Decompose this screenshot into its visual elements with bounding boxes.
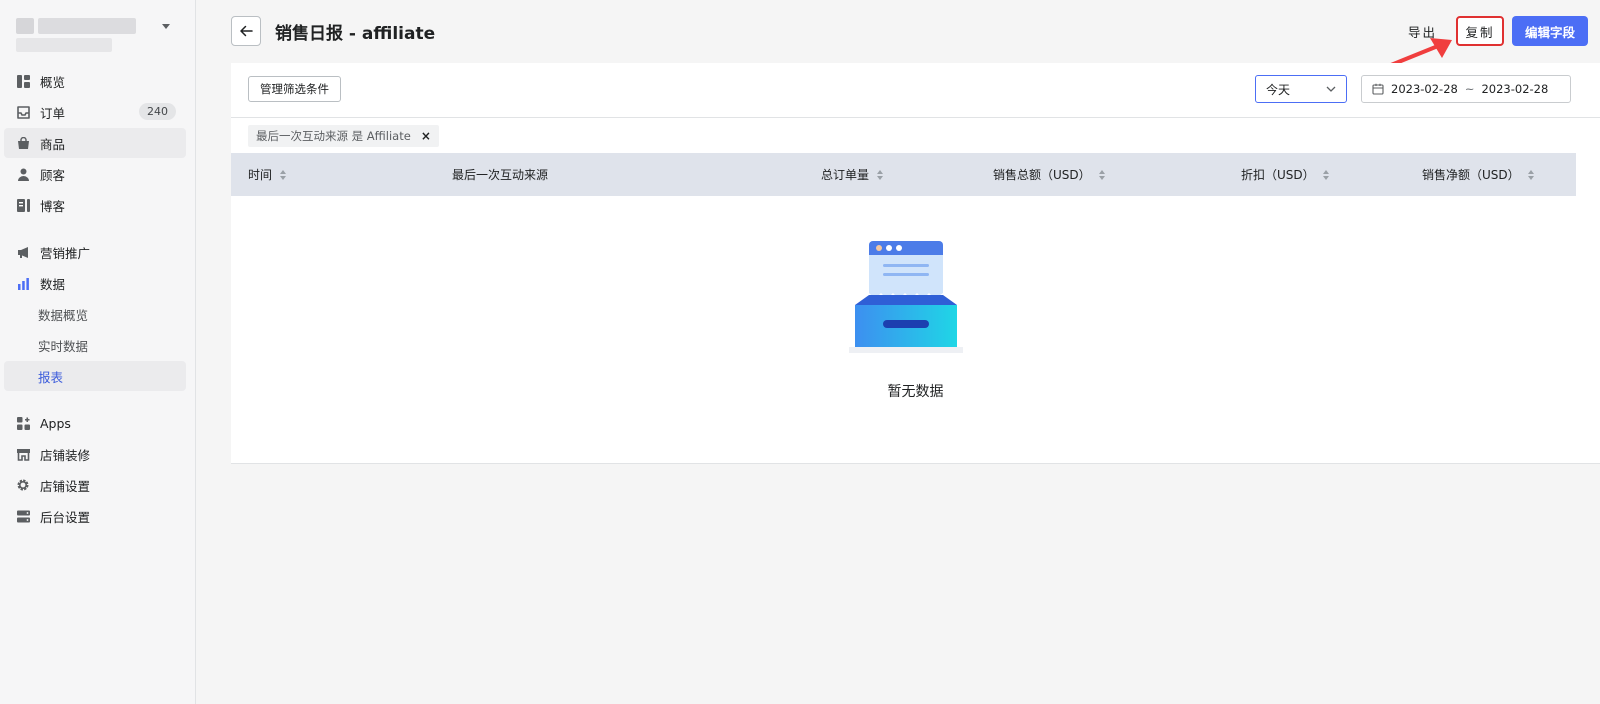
sidebar-subitem-analytics-overview[interactable]: 数据概览 (4, 299, 186, 329)
edit-fields-button[interactable]: 编辑字段 (1512, 16, 1588, 46)
sidebar-item-customers[interactable]: 顾客 (4, 159, 186, 189)
person-icon (16, 167, 30, 181)
sidebar-item-blog[interactable]: 博客 (4, 190, 186, 220)
bar-chart-icon (16, 276, 30, 290)
column-label: 最后一次互动来源 (452, 168, 549, 182)
column-header-gross-sales[interactable]: 销售总额（USD） (993, 153, 1105, 196)
apps-icon (16, 416, 30, 430)
page-title: 销售日报 - affiliate (275, 24, 436, 44)
column-header-last-source: 最后一次互动来源 (452, 153, 548, 196)
column-header-time[interactable]: 时间 (248, 153, 287, 196)
sidebar: 概览 订单 240 商品 顾客 博客 营销推广 数据 数据概览 实时数据 报表 … (0, 0, 196, 704)
filter-tag-label: 最后一次互动来源 是 Affiliate (256, 129, 411, 143)
server-icon (16, 509, 30, 523)
dashboard-icon (16, 74, 30, 88)
date-separator: ~ (1464, 82, 1475, 96)
gear-icon (16, 478, 30, 492)
empty-box-illustration-icon (849, 241, 963, 353)
sidebar-item-label: Apps (40, 415, 71, 431)
blog-icon (16, 198, 30, 212)
sidebar-item-label: 报表 (38, 369, 64, 385)
sidebar-item-label: 店铺装修 (40, 447, 91, 463)
report-card: 管理筛选条件 今天 2023-02-28 ~ 2023-02-28 最后一次互动… (231, 63, 1600, 464)
empty-state-text: 暂无数据 (887, 384, 944, 400)
divider (231, 117, 1600, 118)
sidebar-item-admin-settings[interactable]: 后台设置 (4, 501, 186, 531)
date-start: 2023-02-28 (1391, 82, 1458, 96)
chevron-down-icon (1326, 86, 1336, 92)
sidebar-item-label: 订单 (40, 105, 66, 121)
filter-tag: 最后一次互动来源 是 Affiliate × (248, 125, 439, 147)
sidebar-subitem-live-data[interactable]: 实时数据 (4, 330, 186, 360)
sidebar-item-label: 博客 (40, 198, 66, 214)
orders-count-badge: 240 (139, 103, 176, 120)
column-header-discount[interactable]: 折扣（USD） (1241, 153, 1329, 196)
column-label: 总订单量 (821, 168, 870, 182)
store-name-blurred (38, 18, 136, 34)
sort-icon[interactable] (877, 169, 884, 180)
column-header-net-sales[interactable]: 销售净额（USD） (1422, 153, 1534, 196)
sidebar-item-label: 后台设置 (40, 509, 91, 525)
sidebar-item-marketing[interactable]: 营销推广 (4, 237, 186, 267)
column-label: 销售净额（USD） (1422, 168, 1520, 182)
column-header-total-orders[interactable]: 总订单量 (821, 153, 884, 196)
sidebar-item-label: 顾客 (40, 167, 66, 183)
sort-icon[interactable] (280, 169, 287, 180)
sidebar-item-store-settings[interactable]: 店铺设置 (4, 470, 186, 500)
store-url-blurred (16, 38, 112, 52)
sidebar-item-store-design[interactable]: 店铺装修 (4, 439, 186, 469)
store-switcher[interactable] (16, 16, 180, 52)
sidebar-subitem-reports[interactable]: 报表 (4, 361, 186, 391)
sidebar-item-label: 数据概览 (38, 307, 89, 323)
manage-filters-button[interactable]: 管理筛选条件 (248, 76, 341, 102)
date-end: 2023-02-28 (1481, 82, 1549, 96)
column-label: 销售总额（USD） (993, 168, 1091, 182)
date-range-picker[interactable]: 2023-02-28 ~ 2023-02-28 (1361, 75, 1571, 103)
sidebar-item-analytics[interactable]: 数据 (4, 268, 186, 298)
megaphone-icon (16, 245, 30, 259)
sidebar-item-products[interactable]: 商品 (4, 128, 186, 158)
date-range-preset-value: 今天 (1266, 82, 1291, 97)
caret-down-icon[interactable] (162, 24, 170, 29)
sidebar-item-label: 数据 (40, 276, 66, 292)
column-label: 时间 (248, 168, 273, 182)
inbox-icon (16, 105, 30, 119)
sidebar-item-label: 商品 (40, 136, 66, 152)
bag-icon (16, 136, 30, 150)
arrow-left-icon (240, 25, 253, 37)
sort-icon[interactable] (1527, 169, 1534, 180)
sidebar-item-label: 营销推广 (40, 245, 91, 261)
store-logo-blurred (16, 18, 34, 34)
sidebar-item-orders[interactable]: 订单 240 (4, 97, 186, 127)
sidebar-item-label: 概览 (40, 74, 66, 90)
date-range-preset-select[interactable]: 今天 (1255, 75, 1347, 103)
sort-icon[interactable] (1098, 169, 1105, 180)
calendar-icon (1372, 83, 1384, 95)
sidebar-item-label: 店铺设置 (40, 478, 91, 494)
column-label: 折扣（USD） (1241, 168, 1315, 182)
table-header: 时间 最后一次互动来源 总订单量 销售总额（USD） 折扣（USD） 销售净额（… (231, 153, 1576, 196)
close-icon[interactable]: × (421, 129, 431, 143)
back-button[interactable] (231, 16, 261, 46)
store-icon (16, 447, 30, 461)
sidebar-item-overview[interactable]: 概览 (4, 66, 186, 96)
sort-icon[interactable] (1322, 169, 1329, 180)
sidebar-item-label: 实时数据 (38, 338, 89, 354)
sidebar-item-apps[interactable]: Apps (4, 408, 186, 438)
copy-button[interactable]: 复制 (1456, 16, 1504, 46)
